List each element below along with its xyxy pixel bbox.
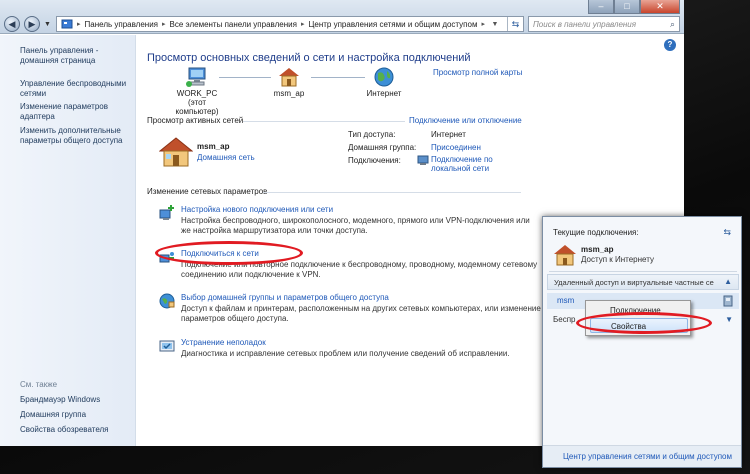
breadcrumb-control-panel[interactable]: Панель управления [85, 20, 159, 29]
access-type-label: Тип доступа: [348, 130, 396, 139]
homegroup-label: Домашняя группа: [348, 143, 417, 152]
network-flyout: Текущие подключения: ⇆ msm_ap Доступ к И… [542, 216, 742, 468]
change-settings-heading: Изменение сетевых параметров [147, 187, 268, 196]
wireless-section-label: Беспр [553, 315, 576, 324]
section-divider [263, 192, 521, 193]
task-connect-network: Подключиться к сети Подключение или повт… [159, 249, 559, 281]
menu-item-properties[interactable]: Свойства [590, 318, 688, 333]
connect-network-icon [159, 252, 174, 263]
globe-icon [374, 67, 394, 87]
active-network-name: msm_ap [197, 142, 230, 151]
home-network-icon [279, 68, 299, 87]
flyout-divider [549, 271, 737, 272]
home-network-icon [159, 137, 193, 167]
page-title: Просмотр основных сведений о сети и наст… [147, 52, 471, 64]
flyout-network-name: msm_ap [581, 245, 614, 254]
navigation-bar: ◀ ▶ ▼ ▸ Панель управления ▸ Все элементы… [4, 15, 680, 33]
task-title-connect-network[interactable]: Подключиться к сети [181, 249, 259, 258]
computer-icon [186, 67, 206, 87]
full-map-link[interactable]: Просмотр полной карты [433, 68, 522, 77]
vpn-connection-name: msm [557, 296, 575, 305]
address-bar[interactable]: ▸ Панель управления ▸ Все элементы панел… [56, 16, 524, 32]
task-homegroup: Выбор домашней группы и параметров общег… [159, 293, 559, 325]
close-button[interactable]: ✕ [640, 0, 680, 14]
window-chrome: – □ ✕ ◀ ▶ ▼ ▸ Панель управления ▸ Все эл… [0, 0, 684, 34]
flyout-heading: Текущие подключения: [553, 228, 639, 237]
node-label: WORK_PC [176, 89, 218, 98]
vpn-section-label: Удаленный доступ и виртуальные частные с… [554, 278, 714, 287]
network-center-link[interactable]: Центр управления сетями и общим доступом [563, 452, 732, 461]
node-internet: Интернет [361, 67, 407, 98]
sidebar-link-sharing[interactable]: Изменить дополнительные параметры общего… [20, 126, 132, 146]
minimize-button[interactable]: – [588, 0, 614, 14]
lan-connection-link[interactable]: Подключение по локальной сети [431, 155, 511, 173]
network-link-line [219, 77, 271, 78]
section-divider [243, 121, 405, 122]
node-this-computer: WORK_PC (этот компьютер) [167, 67, 227, 116]
forward-arrow-icon[interactable]: ▶ [24, 16, 40, 32]
flyout-footer: Центр управления сетями и общим доступом [543, 445, 741, 467]
network-link-line [311, 77, 365, 78]
troubleshoot-icon [159, 340, 175, 352]
network-type-link[interactable]: Домашняя сеть [197, 153, 255, 162]
task-desc-troubleshoot: Диагностика и исправление сетевых пробле… [181, 349, 510, 358]
homegroup-icon [159, 293, 175, 309]
maximize-button[interactable]: □ [614, 0, 640, 14]
sidebar-link-firewall[interactable]: Брандмауэр Windows [20, 395, 132, 405]
connections-label: Подключения: [348, 156, 401, 165]
task-new-connection: Настройка нового подключения или сети На… [159, 205, 559, 237]
sidebar-link-adapter[interactable]: Изменение параметров адаптера [20, 102, 132, 122]
node-label: msm_ap [273, 89, 305, 98]
task-title-new-connection[interactable]: Настройка нового подключения или сети [181, 205, 333, 214]
new-connection-icon [159, 205, 174, 220]
active-networks-heading: Просмотр активных сетей [147, 116, 244, 125]
chevron-up-icon[interactable]: ▲ [724, 277, 732, 286]
search-placeholder: Поиск в панели управления [533, 19, 637, 29]
address-dropdown-icon[interactable]: ▼ [489, 21, 501, 28]
task-troubleshoot: Устранение неполадок Диагностика и испра… [159, 338, 559, 366]
see-also-heading: См. также [20, 380, 58, 389]
vpn-section-header[interactable]: Удаленный доступ и виртуальные частные с… [547, 274, 739, 290]
breadcrumb-network-center[interactable]: Центр управления сетями и общим доступом [308, 20, 477, 29]
breadcrumb-separator: ▸ [481, 21, 485, 28]
control-panel-icon [61, 19, 73, 29]
node-label: Интернет [366, 89, 402, 98]
search-icon[interactable]: ⌕ [670, 19, 675, 30]
breadcrumb-all-items[interactable]: Все элементы панели управления [170, 20, 297, 29]
task-title-troubleshoot[interactable]: Устранение неполадок [181, 338, 266, 347]
context-menu: Подключение Свойства [585, 300, 691, 336]
task-pane: Панель управления - домашняя страница Уп… [0, 35, 136, 446]
task-desc-new-connection: Настройка беспроводного, широкополосного… [181, 216, 530, 235]
ethernet-icon [417, 155, 429, 165]
window-controls: – □ ✕ [588, 0, 680, 14]
help-icon[interactable]: ? [664, 39, 676, 51]
back-arrow-icon[interactable]: ◀ [4, 16, 20, 32]
node-sublabel: (этот компьютер) [175, 98, 219, 116]
access-type-value: Интернет [431, 130, 466, 139]
menu-item-connect[interactable]: Подключение [590, 303, 688, 318]
home-network-icon [554, 245, 576, 266]
refresh-icon[interactable]: ⇆ [723, 227, 731, 238]
node-router: msm_ap [267, 67, 311, 98]
history-dropdown-icon[interactable]: ▼ [44, 21, 52, 28]
sidebar-link-homegroup[interactable]: Домашняя группа [20, 410, 132, 420]
breadcrumb-separator: ▸ [162, 21, 166, 28]
breadcrumb-separator: ▸ [300, 21, 305, 28]
breadcrumb-separator: ▸ [77, 21, 81, 28]
sidebar-link-wireless[interactable]: Управление беспроводными сетями [20, 79, 132, 99]
sidebar-link-home[interactable]: Панель управления - домашняя страница [20, 46, 132, 66]
homegroup-link[interactable]: Присоединен [431, 143, 481, 152]
flyout-network-status: Доступ к Интернету [581, 255, 654, 264]
sidebar-link-internet-options[interactable]: Свойства обозревателя [20, 425, 132, 435]
task-desc-connect-network: Подключение или повторное подключение к … [181, 260, 538, 279]
connect-disconnect-link[interactable]: Подключение или отключение [409, 116, 522, 125]
vpn-icon [723, 295, 733, 307]
refresh-icon[interactable]: ⇆ [507, 17, 523, 31]
search-input[interactable]: Поиск в панели управления ⌕ [528, 16, 680, 32]
task-desc-homegroup: Доступ к файлам и принтерам, расположенн… [181, 304, 541, 323]
chevron-down-icon[interactable]: ▼ [725, 315, 733, 324]
task-title-homegroup[interactable]: Выбор домашней группы и параметров общег… [181, 293, 389, 302]
